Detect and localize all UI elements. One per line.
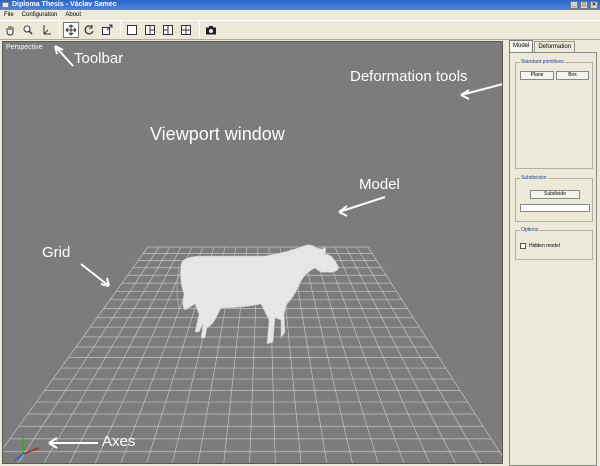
menu-configuration[interactable]: Configuration [22,10,58,20]
viewport-window-annotation: Viewport window [150,124,285,144]
box-button[interactable]: Box [556,71,589,80]
toolbar-separator [59,22,60,38]
toolbar-annotation: Toolbar [74,50,124,67]
close-button[interactable]: × [590,1,598,9]
menu-file[interactable]: File [4,10,14,20]
axes-gizmo [14,436,40,461]
tab-deformation[interactable]: Deformation [534,41,576,52]
group-title: Standard primitives [520,59,565,65]
side-panel: Model Deformation Standard primitives Pl… [506,40,600,466]
quad-view-button[interactable] [178,22,194,38]
viewport-scene [3,45,502,463]
rotate-icon [84,25,94,35]
menu-bar: File Configuration About [0,10,600,20]
app-icon [2,2,9,8]
group-title: Subdivision [520,175,548,181]
hidden-model-label: Hidden model [529,243,560,249]
subdivision-progress-bar [520,204,590,212]
hand-tool-button[interactable] [2,22,18,38]
split-view-3b-button[interactable] [160,22,176,38]
single-view-button[interactable] [124,22,140,38]
deformation-tools-annotation: Deformation tools [350,68,468,85]
maximize-button[interactable]: □ [580,1,588,9]
scale-icon [102,24,113,35]
toolbar-separator [120,22,121,38]
split-view-3b-icon [163,25,173,35]
split-view-3a-icon [145,25,155,35]
quad-view-icon [181,25,191,35]
rotate-tool-button[interactable] [81,22,97,38]
subdivision-group: Subdivision Subdivide [515,175,593,222]
group-title: Options [520,227,540,233]
scale-tool-button[interactable] [99,22,115,38]
split-view-3a-button[interactable] [142,22,158,38]
camera-icon [206,26,216,35]
viewport-window[interactable]: Perspective Toolbar Deformation tools Vi… [2,41,503,464]
plane-button[interactable]: Plane [520,71,554,80]
single-view-icon [127,25,137,35]
tab-content: Standard primitives Plane Box Subdivisio… [509,52,597,466]
move-icon [65,24,77,36]
cow-model [176,244,340,345]
zoom-tool-button[interactable] [20,22,36,38]
subdivide-button[interactable]: Subdivide [530,190,580,199]
toolbar [0,20,600,40]
panel-tabs: Model Deformation [509,40,576,52]
grid-annotation: Grid [42,244,71,261]
screenshot-button[interactable] [203,22,219,38]
toolbar-separator [199,22,200,38]
options-group: Options Hidden model [515,227,593,260]
viewport-label: Perspective [6,44,43,51]
menu-about[interactable]: About [65,10,81,20]
axes-annotation: Axes [102,433,136,450]
standard-primitives-group: Standard primitives Plane Box [515,59,593,169]
model-annotation: Model [359,176,400,193]
move-tool-button[interactable] [63,22,79,38]
application-window: Diploma Thesis - Václav Samec _ □ × File… [0,0,600,466]
hand-icon [6,26,14,36]
axis-tool-button[interactable] [38,22,54,38]
tab-model[interactable]: Model [509,40,534,52]
hidden-model-checkbox[interactable] [520,243,526,249]
zoom-icon [23,25,33,35]
window-title: Diploma Thesis - Václav Samec [12,1,117,8]
title-bar: Diploma Thesis - Václav Samec _ □ × [0,0,600,10]
axis-tool-icon [43,25,51,35]
minimize-button[interactable]: _ [570,1,578,9]
